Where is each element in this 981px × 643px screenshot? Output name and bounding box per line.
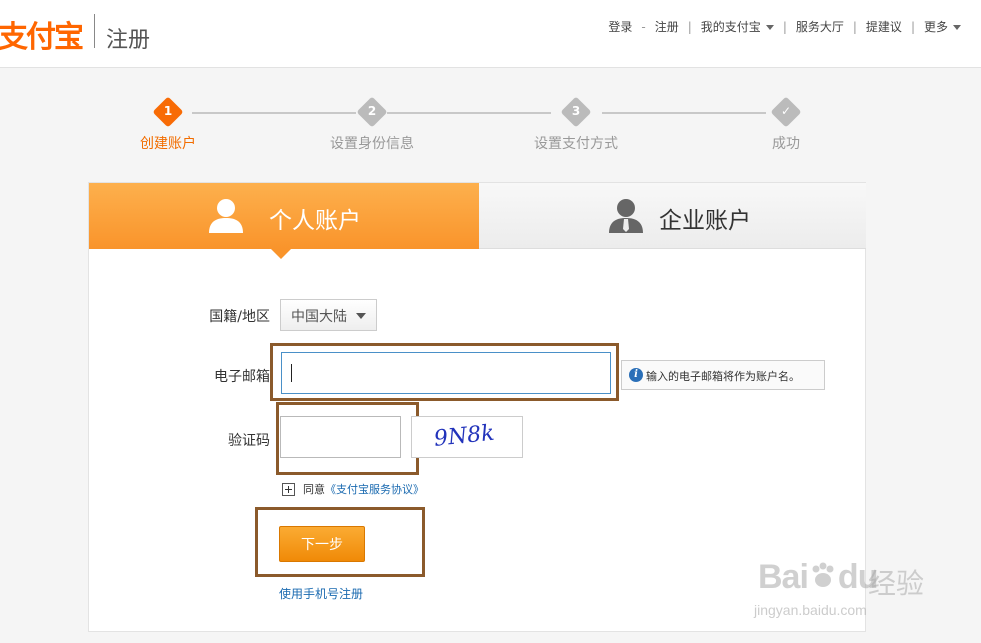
- email-label: 电子邮箱: [214, 369, 270, 385]
- email-hint-text: 输入的电子邮箱将作为账户名。: [646, 370, 800, 383]
- logo-divider: [94, 14, 95, 48]
- captcha-text: 9N8k: [433, 421, 496, 452]
- service-hall-link[interactable]: 服务大厅: [796, 18, 844, 35]
- agreement-row: 同意 《支付宝服务协议》: [282, 481, 424, 497]
- watermark-brand: Bai du: [758, 558, 878, 597]
- highlight-box-captcha: [276, 402, 419, 475]
- expand-agreement-icon[interactable]: [282, 482, 295, 496]
- step-1-label: 创建账户: [140, 136, 196, 152]
- step-connector: [602, 112, 766, 114]
- nav-divider: |: [910, 19, 915, 34]
- tab-company-label: 企业账户: [659, 208, 751, 234]
- nav-divider: |: [852, 19, 857, 34]
- step-connector: [192, 112, 356, 114]
- nationality-select[interactable]: 中国大陆: [280, 299, 377, 331]
- caret-down-icon: [356, 313, 366, 319]
- tab-pointer: [271, 249, 291, 259]
- suggest-link[interactable]: 提建议: [866, 18, 902, 35]
- service-agreement-link[interactable]: 《支付宝服务协议》: [325, 481, 424, 497]
- nav-divider: |: [782, 19, 787, 34]
- next-step-button[interactable]: 下一步: [279, 526, 365, 562]
- user-icon: [209, 199, 243, 233]
- watermark-brand-bai: Bai: [758, 558, 809, 596]
- step-2-number: 2: [367, 104, 377, 118]
- step-4-label: 成功: [772, 136, 800, 152]
- step-1-number: 1: [163, 104, 173, 118]
- nav-dash: -: [641, 19, 646, 34]
- tab-company-account[interactable]: 企业账户: [479, 183, 866, 249]
- paw-icon: [812, 562, 834, 587]
- watermark-url: jingyan.baidu.com: [754, 602, 867, 618]
- captcha-image[interactable]: 9N8k: [411, 416, 523, 458]
- info-icon: i: [629, 368, 643, 382]
- my-alipay-label: 我的支付宝: [700, 20, 761, 34]
- page-title: 注册: [106, 28, 151, 53]
- chevron-down-icon: [765, 25, 774, 30]
- tab-personal-account[interactable]: 个人账户: [89, 183, 479, 259]
- more-label: 更多: [923, 20, 948, 34]
- check-icon: ✓: [780, 104, 792, 118]
- watermark-cn: 经验: [868, 567, 925, 600]
- login-link[interactable]: 登录: [608, 18, 632, 35]
- progress-steps: 1 2 3 ✓ 创建账户 设置身份信息 设置支付方式 成功: [0, 95, 981, 155]
- baidu-jingyan-watermark: Bai du 经验 jingyan.baidu.com: [750, 538, 960, 628]
- captcha-label: 验证码: [228, 433, 270, 449]
- more-menu[interactable]: 更多: [924, 18, 961, 35]
- highlight-box-email: [270, 343, 619, 401]
- captcha-graphic: 9N8k: [433, 421, 496, 452]
- step-3-label: 设置支付方式: [534, 136, 618, 152]
- top-header: 支付宝 注册 登录 - 注册 | 我的支付宝 | 服务大厅 | 提建议 | 更多: [0, 0, 981, 68]
- step-2-label: 设置身份信息: [330, 136, 414, 152]
- agree-prefix: 同意: [303, 483, 325, 496]
- chevron-down-icon: [953, 25, 961, 30]
- top-nav: 登录 - 注册 | 我的支付宝 | 服务大厅 | 提建议 | 更多: [608, 18, 961, 35]
- register-link[interactable]: 注册: [655, 18, 679, 35]
- step-3-number: 3: [571, 104, 581, 118]
- nationality-label: 国籍/地区: [209, 309, 270, 325]
- mobile-register-link[interactable]: 使用手机号注册: [279, 585, 363, 602]
- my-alipay-menu[interactable]: 我的支付宝: [701, 18, 774, 35]
- alipay-logo[interactable]: 支付宝: [0, 12, 84, 56]
- business-user-icon: [609, 199, 643, 233]
- email-hint: i 输入的电子邮箱将作为账户名。: [621, 360, 825, 390]
- step-connector: [387, 112, 551, 114]
- nav-divider: |: [687, 19, 692, 34]
- nationality-value: 中国大陆: [291, 309, 347, 325]
- tab-personal-label: 个人账户: [269, 208, 361, 234]
